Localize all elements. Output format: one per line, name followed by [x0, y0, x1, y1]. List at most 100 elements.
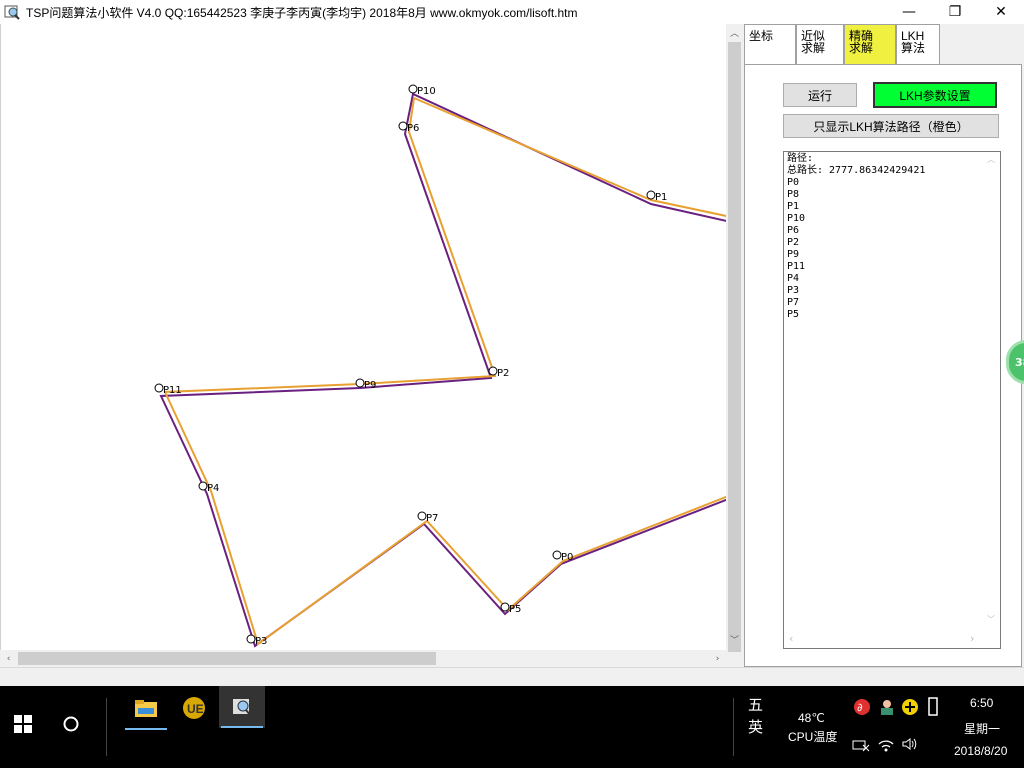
ime-mode-indicator[interactable]: 五 — [748, 694, 763, 715]
point-label: P0 — [561, 552, 573, 563]
user-manager-icon[interactable] — [878, 698, 896, 716]
point-label: P9 — [364, 380, 376, 391]
point-label: P10 — [417, 86, 436, 97]
plus-icon[interactable] — [901, 698, 919, 716]
maximize-icon: ❐ — [948, 4, 962, 20]
tab-label: 坐标 — [749, 29, 774, 43]
folder-icon — [135, 700, 157, 717]
ultraedit-icon: UE — [183, 697, 205, 719]
ultraedit-button[interactable]: UE — [171, 690, 217, 726]
result-route-node: P9 — [787, 249, 800, 260]
run-button[interactable]: 运行 — [783, 83, 857, 107]
result-horizontal-scrollbar[interactable]: ‹ › — [784, 631, 1000, 648]
file-explorer-button[interactable] — [123, 690, 169, 730]
tab-label: 算法 — [901, 41, 926, 55]
tab-page-lkh: 运行 LKH参数设置 只显示LKH算法路径（橙色） 路径: 总路长: 2777.8… — [744, 64, 1022, 667]
scroll-left-icon[interactable]: ‹ — [789, 632, 793, 645]
right-panel: 坐标 近似 求解 精确 求解 LKH 算法 运行 LKH参数设置 只显示LKH算… — [744, 24, 1024, 667]
taskbar-divider — [106, 698, 107, 756]
cpu-temperature: 48℃ — [798, 711, 825, 725]
point-label: P6 — [407, 123, 419, 134]
clock-time[interactable]: 6:50 — [970, 696, 993, 710]
tab-label: 求解 — [849, 41, 874, 55]
scroll-down-icon[interactable]: ﹀ — [987, 614, 995, 625]
maximize-button[interactable]: ❐ — [932, 0, 978, 24]
point-label: P4 — [207, 483, 219, 494]
result-route-node: P4 — [787, 273, 800, 284]
point-marker[interactable] — [552, 550, 562, 560]
result-vertical-scrollbar[interactable]: ︿ ﹀ — [983, 152, 1000, 632]
result-route-node: P11 — [787, 261, 806, 272]
scroll-up-icon[interactable]: ︿ — [987, 154, 995, 165]
point-label: P2 — [497, 368, 509, 379]
point-marker[interactable] — [488, 366, 498, 376]
title-bar: TSP问题算法小软件 V4.0 QQ:165442523 李庚子李丙寅(李均宇)… — [0, 0, 1024, 24]
minimize-icon: — — [902, 4, 916, 20]
tsp-app-button[interactable] — [219, 686, 265, 728]
point-marker[interactable] — [198, 481, 208, 491]
close-button[interactable]: ✕ — [978, 0, 1024, 24]
point-marker[interactable] — [398, 121, 408, 131]
result-total-length: 总路长: 2777.86342429421 — [787, 165, 926, 176]
usb-device-icon[interactable] — [926, 697, 940, 717]
result-route-node: P6 — [787, 225, 800, 236]
tsp-path-plot: P10 P6 P1 P2 P9 P11 P4 P7 P0 P5 P3 — [154, 84, 726, 648]
result-textbox[interactable]: 路径: 总路长: 2777.86342429421 P0 P8 P1 P10 P6 P2 P9 P… — [783, 151, 1001, 649]
point-marker[interactable] — [500, 602, 510, 612]
result-route-node: P5 — [787, 309, 800, 320]
start-button[interactable] — [0, 706, 46, 742]
tab-approximate[interactable]: 近似 求解 — [796, 24, 844, 64]
status-bar — [0, 667, 1024, 686]
result-route-node: P10 — [787, 213, 806, 224]
tab-lkh[interactable]: LKH 算法 — [896, 24, 940, 64]
tab-coordinates[interactable]: 坐标 — [744, 24, 796, 65]
horizontal-scroll-thumb[interactable] — [18, 652, 436, 665]
svg-text:UE: UE — [187, 702, 204, 716]
search-circle-icon — [63, 716, 79, 732]
point-marker[interactable] — [355, 378, 365, 388]
point-marker[interactable] — [154, 383, 164, 393]
canvas-vertical-scrollbar[interactable]: ︿ ﹀ — [726, 24, 743, 652]
scroll-left-icon[interactable]: ‹ — [0, 650, 17, 667]
taskbar-divider — [733, 698, 734, 756]
search-button[interactable] — [48, 706, 94, 742]
point-label: P3 — [255, 636, 267, 647]
result-route-node: P3 — [787, 285, 800, 296]
show-lkh-only-button[interactable]: 只显示LKH算法路径（橙色） — [783, 114, 999, 138]
window-title: TSP问题算法小软件 V4.0 QQ:165442523 李庚子李丙寅(李均宇)… — [26, 5, 578, 20]
svg-text:∂: ∂ — [857, 701, 863, 714]
ime-language-indicator[interactable]: 英 — [748, 716, 763, 737]
vertical-scroll-thumb[interactable] — [728, 42, 741, 652]
magnifier-app-icon — [233, 699, 252, 717]
clock-weekday[interactable]: 星期一 — [964, 720, 1000, 737]
windows-icon — [14, 715, 32, 733]
result-route-node: P0 — [787, 177, 800, 188]
antivirus-icon[interactable]: ∂ — [853, 698, 871, 716]
wifi-icon[interactable] — [877, 736, 895, 752]
point-marker[interactable] — [408, 84, 418, 94]
scroll-right-icon[interactable]: › — [709, 650, 726, 667]
point-marker[interactable] — [246, 634, 256, 644]
scroll-up-icon[interactable]: ︿ — [726, 24, 743, 41]
result-heading: 路径: — [787, 153, 814, 164]
app-icon — [4, 5, 20, 20]
tab-label: 求解 — [801, 41, 826, 55]
result-route-node: P7 — [787, 297, 800, 308]
lkh-settings-button[interactable]: LKH参数设置 — [873, 82, 997, 108]
tab-exact[interactable]: 精确 求解 — [844, 24, 896, 64]
point-marker[interactable] — [417, 511, 427, 521]
canvas-horizontal-scrollbar[interactable]: ‹ › — [0, 650, 726, 667]
point-marker[interactable] — [646, 190, 656, 200]
scroll-down-icon[interactable]: ﹀ — [726, 631, 743, 648]
result-route-node: P2 — [787, 237, 800, 248]
point-label: P7 — [426, 513, 438, 524]
volume-icon[interactable] — [901, 737, 919, 751]
tsp-canvas[interactable]: P10 P6 P1 P2 P9 P11 P4 P7 P0 P5 P3 — [0, 24, 726, 650]
network-disconnected-icon[interactable] — [852, 738, 870, 752]
result-route-node: P8 — [787, 189, 800, 200]
point-label: P1 — [655, 192, 667, 203]
minimize-button[interactable]: — — [886, 0, 932, 24]
clock-date[interactable]: 2018/8/20 — [954, 744, 1007, 758]
scroll-right-icon[interactable]: › — [970, 632, 974, 645]
lkh-path-purple — [159, 92, 726, 648]
